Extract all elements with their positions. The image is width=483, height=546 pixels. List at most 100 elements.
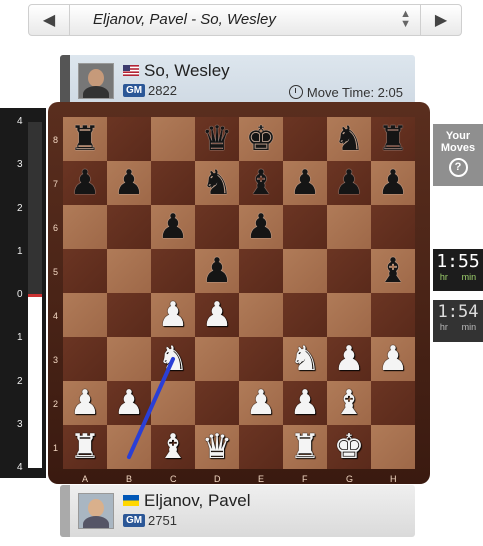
white-bishop-icon[interactable]: ♝ [158, 430, 188, 464]
square-b7[interactable]: ♟ [107, 161, 151, 205]
square-g6[interactable] [327, 205, 371, 249]
square-c7[interactable] [151, 161, 195, 205]
square-b4[interactable] [107, 293, 151, 337]
white-pawn-icon[interactable]: ♟ [378, 342, 408, 376]
square-d7[interactable]: ♞ [195, 161, 239, 205]
square-e2[interactable]: ♟ [239, 381, 283, 425]
white-pawn-icon[interactable]: ♟ [334, 342, 364, 376]
square-f7[interactable]: ♟ [283, 161, 327, 205]
black-pawn-icon[interactable]: ♟ [290, 166, 320, 200]
square-e1[interactable] [239, 425, 283, 469]
square-d1[interactable]: ♛ [195, 425, 239, 469]
black-queen-icon[interactable]: ♛ [202, 122, 232, 156]
black-knight-icon[interactable]: ♞ [334, 122, 364, 156]
next-game-button[interactable]: ▶ [420, 5, 461, 35]
white-queen-icon[interactable]: ♛ [202, 430, 232, 464]
square-c5[interactable] [151, 249, 195, 293]
square-f6[interactable] [283, 205, 327, 249]
square-h8[interactable]: ♜ [371, 117, 415, 161]
square-e6[interactable]: ♟ [239, 205, 283, 249]
white-pawn-icon[interactable]: ♟ [158, 298, 188, 332]
square-h4[interactable] [371, 293, 415, 337]
square-g8[interactable]: ♞ [327, 117, 371, 161]
square-e7[interactable]: ♝ [239, 161, 283, 205]
square-f8[interactable] [283, 117, 327, 161]
white-knight-icon[interactable]: ♞ [290, 342, 320, 376]
square-d2[interactable] [195, 381, 239, 425]
square-b2[interactable]: ♟ [107, 381, 151, 425]
square-d3[interactable] [195, 337, 239, 381]
square-h6[interactable] [371, 205, 415, 249]
square-d6[interactable] [195, 205, 239, 249]
square-e4[interactable] [239, 293, 283, 337]
square-f4[interactable] [283, 293, 327, 337]
white-pawn-icon[interactable]: ♟ [202, 298, 232, 332]
square-a4[interactable] [63, 293, 107, 337]
game-selector[interactable]: ◀ Eljanov, Pavel - So, Wesley ▲ ▼ ▶ [28, 4, 462, 36]
square-h1[interactable] [371, 425, 415, 469]
square-h2[interactable] [371, 381, 415, 425]
black-knight-icon[interactable]: ♞ [202, 166, 232, 200]
square-h7[interactable]: ♟ [371, 161, 415, 205]
prev-game-button[interactable]: ◀ [29, 5, 70, 35]
square-f1[interactable]: ♜ [283, 425, 327, 469]
square-e3[interactable] [239, 337, 283, 381]
square-b6[interactable] [107, 205, 151, 249]
square-b5[interactable] [107, 249, 151, 293]
black-pawn-icon[interactable]: ♟ [158, 210, 188, 244]
square-h3[interactable]: ♟ [371, 337, 415, 381]
black-king-icon[interactable]: ♚ [246, 122, 276, 156]
black-rook-icon[interactable]: ♜ [378, 122, 408, 156]
square-d4[interactable]: ♟ [195, 293, 239, 337]
square-g4[interactable] [327, 293, 371, 337]
square-c1[interactable]: ♝ [151, 425, 195, 469]
white-pawn-icon[interactable]: ♟ [70, 386, 100, 420]
square-b3[interactable] [107, 337, 151, 381]
square-f2[interactable]: ♟ [283, 381, 327, 425]
square-g3[interactable]: ♟ [327, 337, 371, 381]
game-dropdown-icon[interactable]: ▲ ▼ [400, 9, 411, 30]
black-pawn-icon[interactable]: ♟ [202, 254, 232, 288]
black-bishop-icon[interactable]: ♝ [378, 254, 408, 288]
square-a1[interactable]: ♜ [63, 425, 107, 469]
black-pawn-icon[interactable]: ♟ [334, 166, 364, 200]
square-c6[interactable]: ♟ [151, 205, 195, 249]
white-rook-icon[interactable]: ♜ [290, 430, 320, 464]
your-moves-button[interactable]: Your Moves ? [433, 124, 483, 186]
white-knight-icon[interactable]: ♞ [158, 342, 188, 376]
square-g2[interactable]: ♝ [327, 381, 371, 425]
square-g1[interactable]: ♚ [327, 425, 371, 469]
black-rook-icon[interactable]: ♜ [70, 122, 100, 156]
square-a7[interactable]: ♟ [63, 161, 107, 205]
square-f3[interactable]: ♞ [283, 337, 327, 381]
white-rook-icon[interactable]: ♜ [70, 430, 100, 464]
square-h5[interactable]: ♝ [371, 249, 415, 293]
white-pawn-icon[interactable]: ♟ [290, 386, 320, 420]
square-a5[interactable] [63, 249, 107, 293]
square-a3[interactable] [63, 337, 107, 381]
white-pawn-icon[interactable]: ♟ [114, 386, 144, 420]
square-a6[interactable] [63, 205, 107, 249]
square-a2[interactable]: ♟ [63, 381, 107, 425]
square-g7[interactable]: ♟ [327, 161, 371, 205]
black-pawn-icon[interactable]: ♟ [70, 166, 100, 200]
square-g5[interactable] [327, 249, 371, 293]
black-pawn-icon[interactable]: ♟ [114, 166, 144, 200]
square-d8[interactable]: ♛ [195, 117, 239, 161]
square-b1[interactable] [107, 425, 151, 469]
square-e8[interactable]: ♚ [239, 117, 283, 161]
white-pawn-icon[interactable]: ♟ [246, 386, 276, 420]
white-bishop-icon[interactable]: ♝ [334, 386, 364, 420]
white-king-icon[interactable]: ♚ [334, 430, 364, 464]
square-b8[interactable] [107, 117, 151, 161]
chess-board[interactable]: ♜ ♛ ♚ ♞ ♜ ♟ ♟ ♞ ♝ ♟ ♟ ♟ ♟ ♟ ♟ ♝ ♟ ♟ ♞ ♞ ♟ ♟ ♟ ♟ ♟ ♟ ♝ ♜ ♝ ♛ ♜ ♚ [63, 117, 415, 469]
square-c2[interactable] [151, 381, 195, 425]
square-c4[interactable]: ♟ [151, 293, 195, 337]
square-e5[interactable] [239, 249, 283, 293]
square-f5[interactable] [283, 249, 327, 293]
square-c8[interactable] [151, 117, 195, 161]
square-a8[interactable]: ♜ [63, 117, 107, 161]
black-bishop-icon[interactable]: ♝ [246, 166, 276, 200]
square-c3[interactable]: ♞ [151, 337, 195, 381]
black-pawn-icon[interactable]: ♟ [378, 166, 408, 200]
